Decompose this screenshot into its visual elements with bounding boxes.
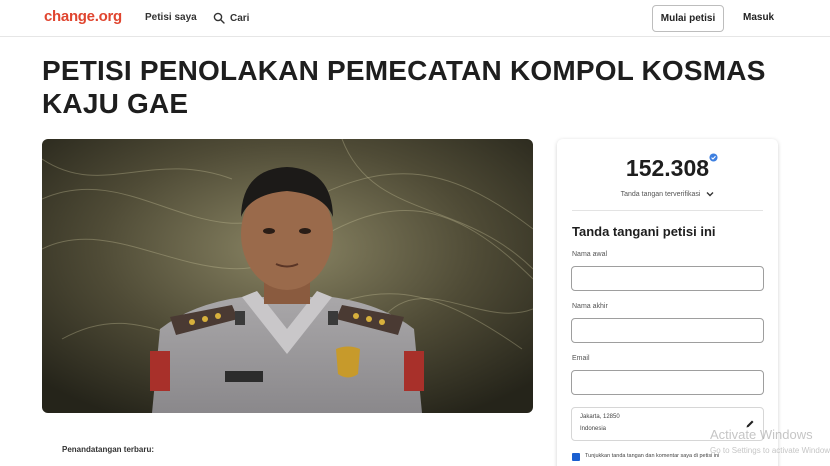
- first-name-input[interactable]: [571, 266, 764, 291]
- chevron-down-icon: [706, 192, 714, 197]
- nav-search-link[interactable]: Cari: [213, 12, 249, 24]
- sign-heading: Tanda tangani petisi ini: [572, 224, 716, 239]
- verified-check-icon: [709, 153, 718, 162]
- top-navigation-bar: change.org Petisi saya Cari Mulai petisi…: [0, 0, 830, 37]
- email-label: Email: [572, 355, 590, 362]
- first-name-label: Nama awal: [572, 251, 608, 258]
- last-name-input[interactable]: [571, 318, 764, 343]
- nav-my-petitions-link[interactable]: Petisi saya: [145, 12, 197, 23]
- activate-windows-subtext: Go to Settings to activate Windows.: [710, 446, 830, 455]
- login-link[interactable]: Masuk: [743, 12, 774, 23]
- activate-windows-watermark: Activate Windows: [710, 427, 813, 442]
- recent-signers-label: Penandatangan terbaru:: [62, 445, 155, 454]
- last-name-label: Nama akhir: [572, 303, 608, 310]
- sign-petition-card: 152.308 Tanda tangan terverifikasi Tanda…: [557, 139, 778, 466]
- verified-signatures-label: Tanda tangan terverifikasi: [620, 191, 701, 198]
- location-city: Jakarta, 12850: [580, 414, 620, 420]
- email-input[interactable]: [571, 370, 764, 395]
- petition-photo: [42, 139, 533, 413]
- show-comment-label: Tunjukkan tanda tangan dan komentar saya…: [585, 453, 720, 459]
- card-divider: [572, 210, 763, 211]
- location-country: Indonesia: [580, 426, 607, 432]
- show-comment-checkbox[interactable]: [572, 453, 580, 461]
- petition-title: PETISI PENOLAKAN PEMECATAN KOMPOL KOSMAS…: [42, 55, 766, 119]
- nav-search-label: Cari: [230, 12, 250, 24]
- verified-signatures-toggle[interactable]: Tanda tangan terverifikasi: [557, 191, 778, 198]
- signature-count: 152.308: [625, 155, 710, 181]
- search-icon: [213, 12, 225, 24]
- change-org-logo[interactable]: change.org: [44, 8, 122, 25]
- start-petition-button[interactable]: Mulai petisi: [652, 5, 724, 32]
